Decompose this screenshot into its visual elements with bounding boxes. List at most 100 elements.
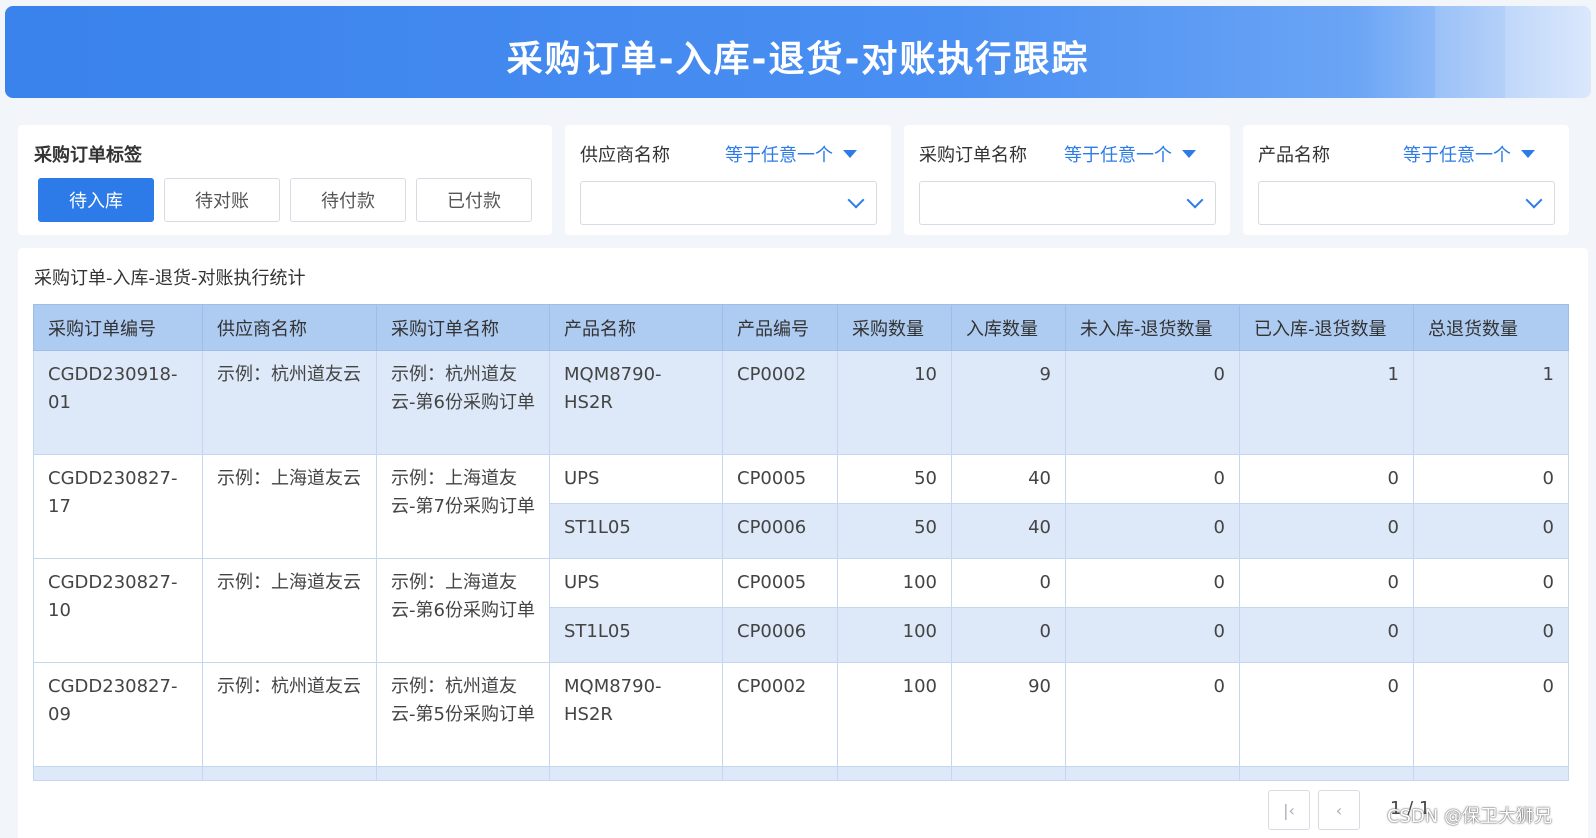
qty-cell: 50 bbox=[837, 503, 952, 559]
return-not-in-cell: 0 bbox=[1065, 350, 1240, 455]
inbound-cell: 40 bbox=[951, 454, 1066, 504]
tag-paid[interactable]: 已付款 bbox=[416, 178, 532, 222]
caret-down-icon bbox=[1182, 150, 1196, 158]
table-header-row: 采购订单编号 供应商名称 采购订单名称 产品名称 产品编号 采购数量 入库数量 … bbox=[33, 304, 1569, 351]
tag-pending-reconcile[interactable]: 待对账 bbox=[164, 178, 280, 222]
inbound-cell: 9 bbox=[951, 350, 1066, 455]
supplier-cell: 示例：杭州道友云 bbox=[202, 662, 377, 767]
order-no-cell: CGDD230918-01 bbox=[33, 350, 203, 455]
product-cell: ST1L05 bbox=[549, 607, 723, 663]
tag-pending-payment[interactable]: 待付款 bbox=[290, 178, 406, 222]
product-cell: MQM8790-HS2R bbox=[549, 350, 723, 455]
column-header[interactable]: 采购数量 bbox=[837, 304, 952, 351]
return-in-cell: 1 bbox=[1239, 350, 1414, 455]
return-total-cell: 0 bbox=[1413, 454, 1569, 504]
return-total-cell: 0 bbox=[1413, 662, 1569, 767]
filter-product-name-label: 产品名称 bbox=[1258, 145, 1330, 166]
return-in-cell: 0 bbox=[1239, 607, 1414, 663]
product-cell: UPS bbox=[549, 558, 723, 608]
column-header[interactable]: 总退货数量 bbox=[1413, 304, 1569, 351]
order-name-cell: 示例：杭州道友云-第5份采购订单 bbox=[376, 662, 550, 767]
supplier-cell: 示例：上海道友云 bbox=[202, 454, 377, 559]
tag-pending-inbound[interactable]: 待入库 bbox=[38, 178, 154, 222]
return-total-cell: 0 bbox=[1413, 503, 1569, 559]
filter-supplier-label: 供应商名称 bbox=[580, 145, 670, 166]
filter-supplier-select[interactable] bbox=[580, 181, 877, 225]
return-not-in-cell: 0 bbox=[1065, 558, 1240, 608]
filter-product-name-select[interactable] bbox=[1258, 181, 1555, 225]
filter-product-name-operator-text: 等于任意一个 bbox=[1403, 145, 1511, 166]
return-not-in-cell: 0 bbox=[1065, 454, 1240, 504]
inbound-cell: 0 bbox=[951, 607, 1066, 663]
filter-order-name-label: 采购订单名称 bbox=[919, 145, 1027, 166]
return-not-in-cell: 0 bbox=[1065, 503, 1240, 559]
order-no-cell: CGDD230827-17 bbox=[33, 454, 203, 559]
stats-panel: 采购订单-入库-退货-对账执行统计 采购订单编号 供应商名称 采购订单名称 产品… bbox=[18, 248, 1588, 838]
filter-order-name-operator-text: 等于任意一个 bbox=[1064, 145, 1172, 166]
product-code-cell: CP0005 bbox=[722, 558, 838, 608]
table-row: CGDD230827-10 示例：上海道友云 示例：上海道友云-第6份采购订单 … bbox=[33, 558, 1569, 663]
caret-down-icon bbox=[1521, 150, 1535, 158]
first-page-icon[interactable]: |‹ bbox=[1268, 790, 1310, 830]
return-not-in-cell: 0 bbox=[1065, 662, 1240, 767]
qty-cell: 100 bbox=[837, 558, 952, 608]
column-header[interactable]: 产品名称 bbox=[549, 304, 723, 351]
qty-cell: 100 bbox=[837, 607, 952, 663]
return-total-cell: 0 bbox=[1413, 558, 1569, 608]
table-row: CGDD230827-17 示例：上海道友云 示例：上海道友云-第7份采购订单 … bbox=[33, 454, 1569, 559]
filter-supplier-operator[interactable]: 等于任意一个 bbox=[725, 141, 857, 167]
chevron-down-icon bbox=[847, 191, 865, 209]
qty-cell: 100 bbox=[837, 662, 952, 767]
table-summary-strip bbox=[33, 766, 1569, 781]
filter-supplier-operator-text: 等于任意一个 bbox=[725, 145, 833, 166]
return-in-cell: 0 bbox=[1239, 503, 1414, 559]
filter-product-name-operator[interactable]: 等于任意一个 bbox=[1403, 141, 1535, 167]
product-code-cell: CP0002 bbox=[722, 350, 838, 455]
page-title: 采购订单-入库-退货-对账执行跟踪 bbox=[506, 39, 1090, 80]
supplier-cell: 示例：杭州道友云 bbox=[202, 350, 377, 455]
table-row: CGDD230918-01 示例：杭州道友云 示例：杭州道友云-第6份采购订单 … bbox=[33, 350, 1569, 455]
product-cell: ST1L05 bbox=[549, 503, 723, 559]
watermark: CSDN @保卫大狮兄 bbox=[1386, 806, 1552, 827]
return-in-cell: 0 bbox=[1239, 662, 1414, 767]
order-tag-panel: 采购订单标签 待入库 待对账 待付款 已付款 bbox=[18, 125, 552, 235]
prev-page-icon[interactable]: ‹ bbox=[1318, 790, 1360, 830]
product-code-cell: CP0006 bbox=[722, 607, 838, 663]
caret-down-icon bbox=[843, 150, 857, 158]
column-header[interactable]: 产品编号 bbox=[722, 304, 838, 351]
order-no-cell: CGDD230827-09 bbox=[33, 662, 203, 767]
order-no-cell: CGDD230827-10 bbox=[33, 558, 203, 663]
product-code-cell: CP0002 bbox=[722, 662, 838, 767]
column-header[interactable]: 未入库-退货数量 bbox=[1065, 304, 1240, 351]
return-in-cell: 0 bbox=[1239, 558, 1414, 608]
product-cell: MQM8790-HS2R bbox=[549, 662, 723, 767]
inbound-cell: 0 bbox=[951, 558, 1066, 608]
page-banner: 采购订单-入库-退货-对账执行跟踪 bbox=[5, 6, 1591, 98]
stats-title: 采购订单-入库-退货-对账执行统计 bbox=[34, 268, 306, 289]
return-total-cell: 0 bbox=[1413, 607, 1569, 663]
filter-order-name: 采购订单名称 等于任意一个 bbox=[904, 125, 1230, 235]
product-cell: UPS bbox=[549, 454, 723, 504]
stats-table: 采购订单编号 供应商名称 采购订单名称 产品名称 产品编号 采购数量 入库数量 … bbox=[33, 304, 1569, 781]
column-header[interactable]: 采购订单名称 bbox=[376, 304, 550, 351]
return-total-cell: 1 bbox=[1413, 350, 1569, 455]
qty-cell: 50 bbox=[837, 454, 952, 504]
chevron-down-icon bbox=[1186, 191, 1204, 209]
column-header[interactable]: 入库数量 bbox=[951, 304, 1066, 351]
filter-supplier: 供应商名称 等于任意一个 bbox=[565, 125, 891, 235]
filter-order-name-operator[interactable]: 等于任意一个 bbox=[1064, 141, 1196, 167]
qty-cell: 10 bbox=[837, 350, 952, 455]
supplier-cell: 示例：上海道友云 bbox=[202, 558, 377, 663]
column-header[interactable]: 采购订单编号 bbox=[33, 304, 203, 351]
product-code-cell: CP0005 bbox=[722, 454, 838, 504]
column-header[interactable]: 已入库-退货数量 bbox=[1239, 304, 1414, 351]
order-name-cell: 示例：上海道友云-第6份采购订单 bbox=[376, 558, 550, 663]
filter-order-name-select[interactable] bbox=[919, 181, 1216, 225]
chevron-down-icon bbox=[1525, 191, 1543, 209]
inbound-cell: 40 bbox=[951, 503, 1066, 559]
order-tag-label: 采购订单标签 bbox=[34, 145, 142, 166]
filter-product-name: 产品名称 等于任意一个 bbox=[1243, 125, 1569, 235]
order-name-cell: 示例：杭州道友云-第6份采购订单 bbox=[376, 350, 550, 455]
column-header[interactable]: 供应商名称 bbox=[202, 304, 377, 351]
table-row: CGDD230827-09 示例：杭州道友云 示例：杭州道友云-第5份采购订单 … bbox=[33, 662, 1569, 767]
